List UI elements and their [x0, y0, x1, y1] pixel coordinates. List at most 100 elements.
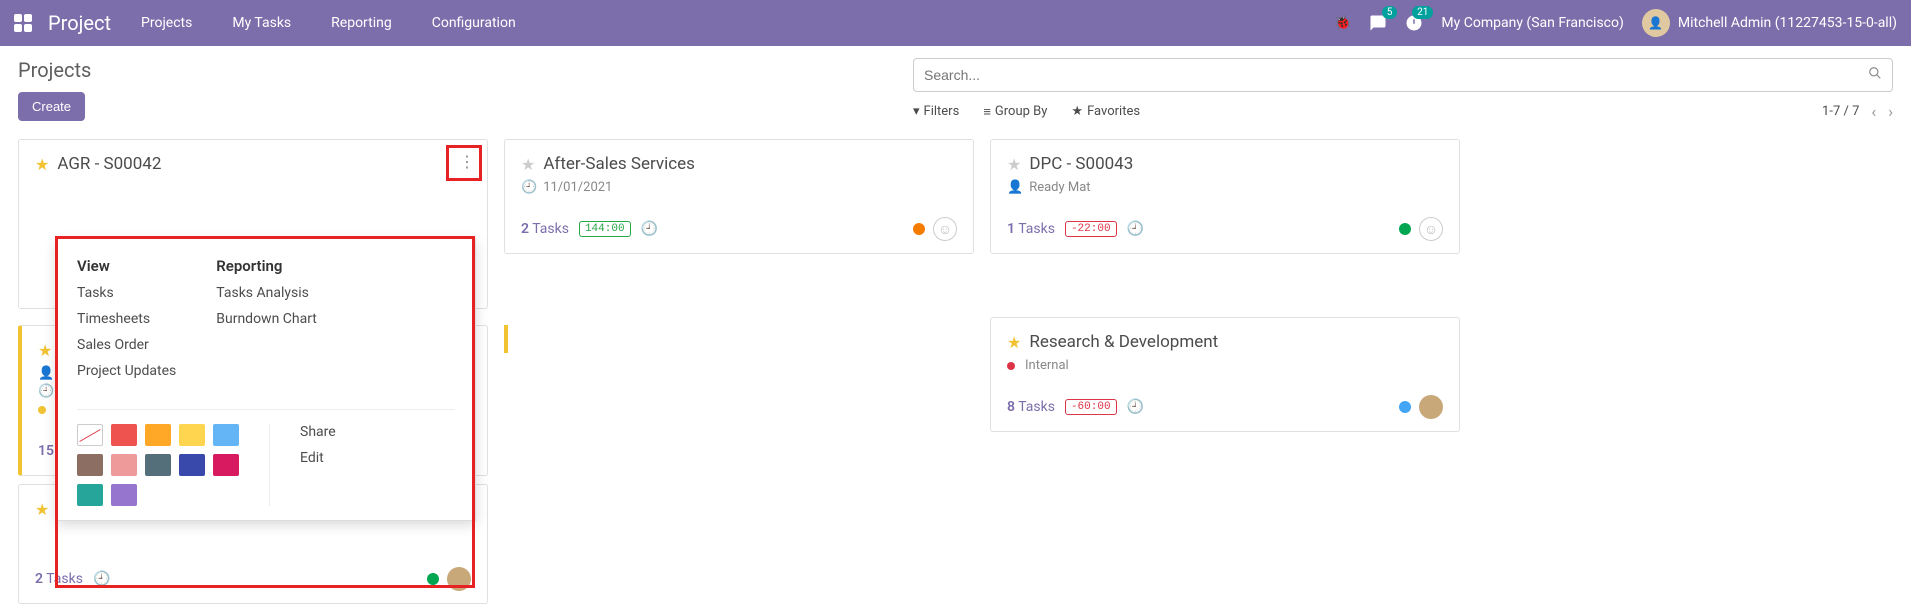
color-swatch-3[interactable]: [179, 424, 205, 446]
activity-clock-icon[interactable]: 🕘: [641, 221, 658, 237]
clock-icon: 🕘: [521, 180, 537, 195]
color-swatch-4[interactable]: [213, 424, 239, 446]
menu-edit[interactable]: Edit: [300, 450, 336, 466]
color-swatch-9[interactable]: [213, 454, 239, 476]
app-brand[interactable]: Project: [48, 11, 111, 35]
color-swatch-1[interactable]: [111, 424, 137, 446]
color-swatch-8[interactable]: [179, 454, 205, 476]
control-panel: Projects Create ▾Filters ≡Group By ★Favo…: [0, 46, 1911, 129]
highlight-kebab: [446, 145, 482, 181]
pager: 1-7 / 7 ‹ ›: [1822, 102, 1893, 121]
menu-share[interactable]: Share: [300, 424, 336, 440]
project-card-dpc[interactable]: ★ DPC - S00043 👤 Ready Mat 1 Tasks -22:00…: [990, 139, 1460, 254]
tag-dot: [38, 406, 46, 414]
tasks-count: 2: [521, 221, 529, 237]
breadcrumb-title: Projects: [18, 58, 91, 82]
status-dot[interactable]: [427, 573, 439, 585]
tasks-label[interactable]: Tasks: [46, 571, 83, 587]
nav-mytasks[interactable]: My Tasks: [232, 15, 291, 31]
card-dropdown-menu: View Tasks Timesheets Sales Order Projec…: [56, 238, 476, 521]
pager-next[interactable]: ›: [1888, 102, 1893, 121]
card-title: After-Sales Services: [543, 154, 695, 174]
tag-dot: [1007, 362, 1015, 370]
messages-icon[interactable]: 5: [1369, 14, 1387, 32]
user-name: Mitchell Admin (11227453-15-0-all): [1678, 15, 1897, 31]
color-picker: [77, 424, 239, 506]
groupby-button[interactable]: ≡Group By: [983, 104, 1047, 120]
menu-item-burndown[interactable]: Burndown Chart: [216, 311, 317, 327]
card-partner: Ready Mat: [1029, 180, 1090, 195]
status-dot[interactable]: [1399, 223, 1411, 235]
apps-menu-icon[interactable]: [14, 14, 32, 32]
filters-button[interactable]: ▾Filters: [913, 104, 959, 120]
activity-clock-icon[interactable]: 🕘: [93, 571, 110, 587]
favorite-toggle[interactable]: ★: [35, 500, 49, 519]
favorite-toggle[interactable]: ★: [1007, 333, 1021, 352]
favorite-toggle[interactable]: ★: [35, 155, 49, 174]
favorite-toggle[interactable]: ★: [1007, 155, 1021, 174]
tasks-label[interactable]: Tasks: [532, 221, 569, 237]
color-swatch-10[interactable]: [77, 484, 103, 506]
card-tag: Internal: [1025, 358, 1069, 373]
create-button[interactable]: Create: [18, 92, 85, 121]
hours-chip: 144:00: [579, 221, 631, 237]
card-title: Research & Development: [1029, 332, 1218, 352]
favorite-toggle[interactable]: ★: [38, 341, 52, 360]
person-icon: 👤: [1007, 180, 1023, 195]
card-title: DPC - S00043: [1029, 154, 1133, 174]
project-card-aftersales[interactable]: ★ After-Sales Services 🕘11/01/2021 2 Tas…: [504, 139, 974, 254]
activities-icon[interactable]: 21: [1405, 14, 1423, 32]
main-navbar: Project Projects My Tasks Reporting Conf…: [0, 0, 1911, 46]
clock-icon: 🕘: [38, 384, 54, 399]
filter-icon: ▾: [913, 104, 920, 119]
favorite-toggle[interactable]: ★: [521, 155, 535, 174]
menu-item-tasks[interactable]: Tasks: [77, 285, 176, 301]
activity-clock-icon[interactable]: 🕘: [1127, 399, 1144, 415]
person-icon: 👤: [38, 366, 54, 381]
nav-reporting[interactable]: Reporting: [331, 15, 392, 31]
activity-clock-icon[interactable]: 🕘: [1127, 221, 1144, 237]
favorites-button[interactable]: ★Favorites: [1071, 104, 1140, 120]
tasks-label[interactable]: Tasks: [1018, 221, 1055, 237]
star-icon: ★: [1071, 104, 1083, 119]
search-input[interactable]: [924, 67, 1868, 83]
menu-item-timesheets[interactable]: Timesheets: [77, 311, 176, 327]
color-swatch-7[interactable]: [145, 454, 171, 476]
menu-item-tasks-analysis[interactable]: Tasks Analysis: [216, 285, 317, 301]
menu-item-salesorder[interactable]: Sales Order: [77, 337, 176, 353]
tasks-count: 2: [35, 571, 43, 587]
hours-chip: -60:00: [1065, 399, 1117, 415]
color-swatch-5[interactable]: [77, 454, 103, 476]
search-icon[interactable]: [1868, 66, 1882, 84]
assignee-avatar[interactable]: [447, 567, 471, 591]
color-swatch-6[interactable]: [111, 454, 137, 476]
menu-item-projectupdates[interactable]: Project Updates: [77, 363, 176, 379]
mood-icon[interactable]: ☺: [1419, 217, 1443, 241]
project-card-research[interactable]: ★ Research & Development Internal 8 Task…: [990, 317, 1460, 432]
search-container: [913, 58, 1893, 92]
tasks-count: 8: [1007, 399, 1015, 415]
color-swatch-11[interactable]: [111, 484, 137, 506]
tasks-label[interactable]: Tasks: [1018, 399, 1055, 415]
user-menu[interactable]: 👤 Mitchell Admin (11227453-15-0-all): [1642, 9, 1897, 37]
hours-chip: -22:00: [1065, 221, 1117, 237]
groupby-icon: ≡: [983, 104, 991, 120]
debug-icon[interactable]: 🐞: [1334, 15, 1351, 31]
nav-configuration[interactable]: Configuration: [432, 15, 516, 31]
tasks-count: 15: [38, 443, 54, 459]
menu-view-heading: View: [77, 257, 176, 275]
color-swatch-0[interactable]: [77, 424, 103, 446]
status-dot[interactable]: [1399, 401, 1411, 413]
status-dot[interactable]: [913, 223, 925, 235]
tasks-count: 1: [1007, 221, 1015, 237]
pager-range: 1-7 / 7: [1822, 104, 1859, 119]
card-title: AGR - S00042: [57, 154, 161, 174]
color-swatch-2[interactable]: [145, 424, 171, 446]
nav-projects[interactable]: Projects: [141, 15, 192, 31]
user-avatar-icon: 👤: [1642, 9, 1670, 37]
hidden-card-peek: [504, 325, 516, 353]
mood-icon[interactable]: ☺: [933, 217, 957, 241]
company-switcher[interactable]: My Company (San Francisco): [1441, 15, 1623, 31]
pager-prev[interactable]: ‹: [1871, 102, 1876, 121]
assignee-avatar[interactable]: [1419, 395, 1443, 419]
